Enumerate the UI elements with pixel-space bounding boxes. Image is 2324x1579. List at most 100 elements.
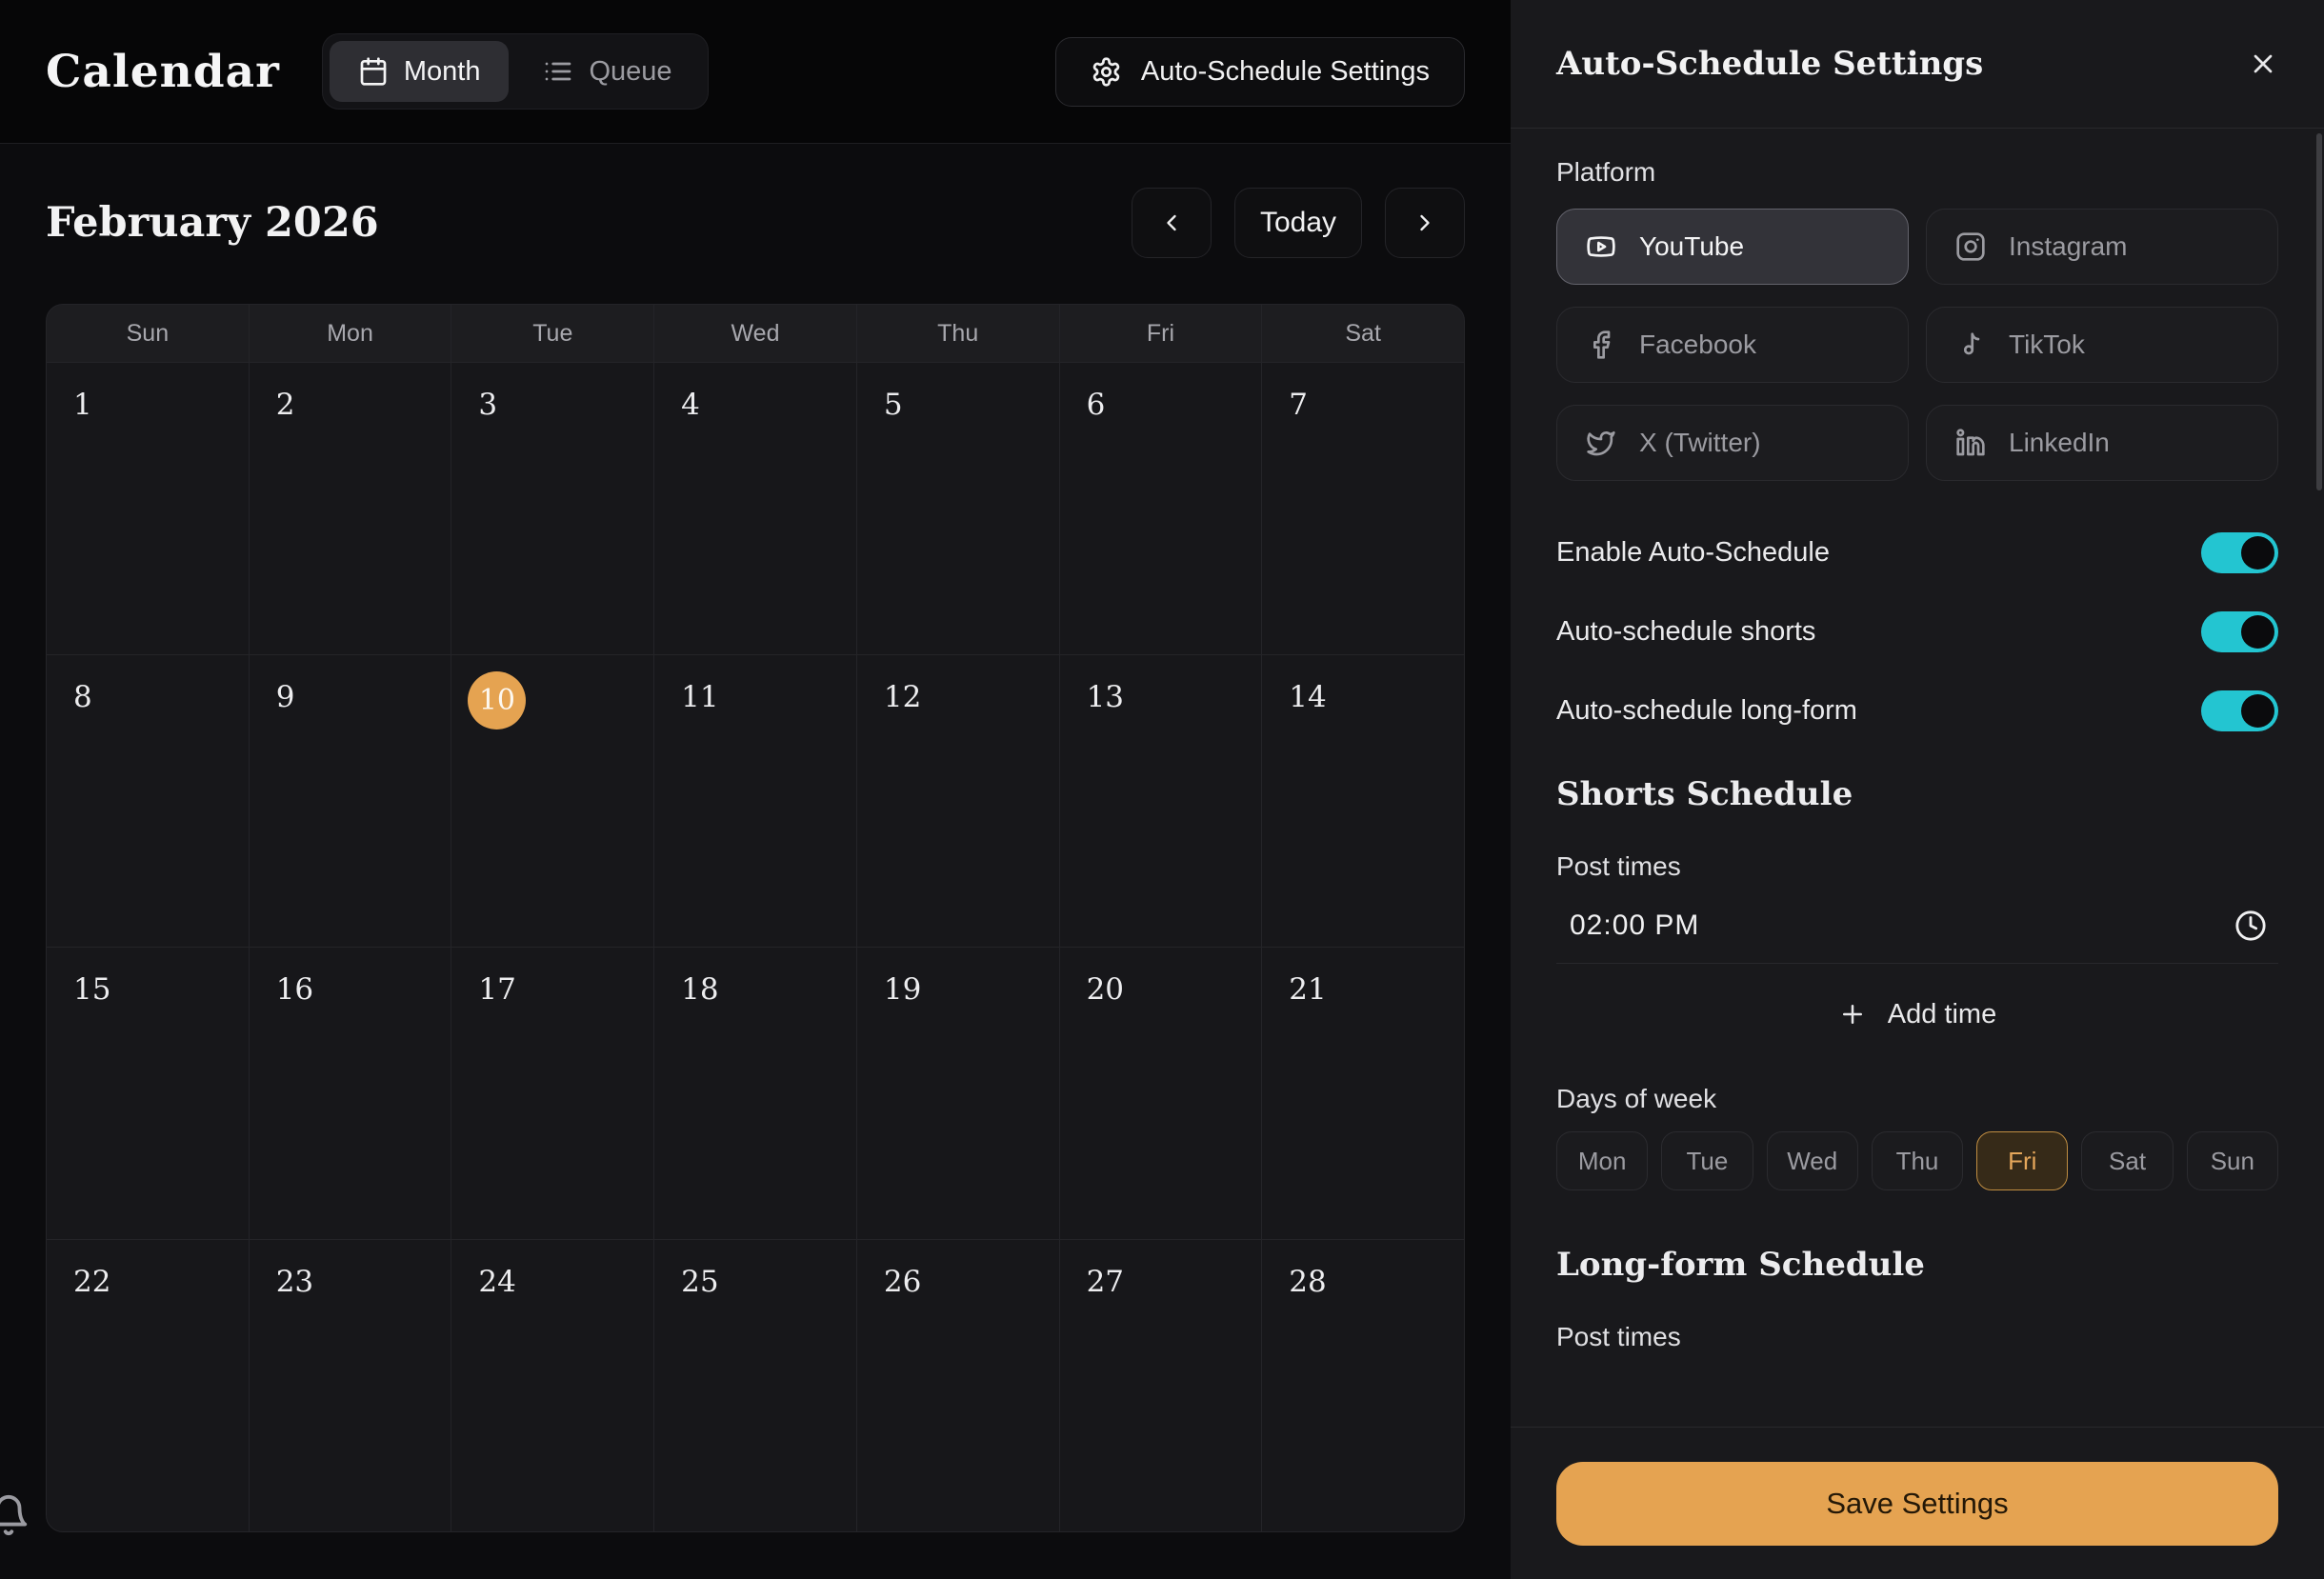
- day-cell-13[interactable]: 13: [1060, 655, 1262, 947]
- view-tab-month[interactable]: Month: [330, 41, 510, 102]
- facebook-icon: [1586, 330, 1616, 360]
- day-chip-mon[interactable]: Mon: [1556, 1131, 1648, 1190]
- previous-month-button[interactable]: [1132, 188, 1212, 258]
- gear-icon: [1091, 56, 1122, 88]
- platform-button-twitter[interactable]: X (Twitter): [1556, 405, 1909, 481]
- day-cell-17[interactable]: 17: [451, 948, 653, 1239]
- toggle-row-2: Auto-schedule long-form: [1556, 690, 2278, 731]
- close-icon: [2248, 49, 2278, 79]
- weekday-header-sun: Sun: [47, 305, 249, 362]
- save-settings-button[interactable]: Save Settings: [1556, 1462, 2278, 1546]
- day-number: 27: [1087, 1265, 1124, 1299]
- day-chip-fri[interactable]: Fri: [1976, 1131, 2068, 1190]
- day-number: 12: [884, 680, 921, 714]
- toggle-switch[interactable]: [2201, 611, 2278, 652]
- calendar-main: Calendar MonthQueue Auto-Schedule Settin…: [0, 0, 1511, 1579]
- day-cell-15[interactable]: 15: [47, 948, 249, 1239]
- day-cell-16[interactable]: 16: [250, 948, 451, 1239]
- clock-icon[interactable]: [2234, 909, 2267, 942]
- instagram-icon: [1955, 231, 1986, 262]
- day-cell-11[interactable]: 11: [654, 655, 856, 947]
- longform-post-times-label: Post times: [1556, 1322, 2278, 1352]
- day-number: 13: [1087, 680, 1124, 714]
- day-cell-4[interactable]: 4: [654, 363, 856, 654]
- post-time-value: 02:00 PM: [1570, 909, 1699, 942]
- toggle-knob: [2241, 615, 2274, 649]
- platform-label: Facebook: [1639, 330, 1756, 360]
- day-number: 20: [1087, 972, 1124, 1007]
- next-month-button[interactable]: [1385, 188, 1465, 258]
- platform-button-tiktok[interactable]: TikTok: [1926, 307, 2278, 383]
- shorts-schedule-heading: Shorts Schedule: [1556, 775, 2278, 813]
- day-number: 16: [276, 972, 313, 1007]
- day-cell-5[interactable]: 5: [857, 363, 1059, 654]
- day-cell-10[interactable]: 10: [451, 655, 653, 947]
- toggle-switch[interactable]: [2201, 532, 2278, 573]
- toggle-row-1: Auto-schedule shorts: [1556, 611, 2278, 652]
- panel-scrollbar-thumb[interactable]: [2316, 133, 2322, 490]
- day-cell-3[interactable]: 3: [451, 363, 653, 654]
- list-icon: [543, 56, 573, 87]
- day-cell-25[interactable]: 25: [654, 1240, 856, 1531]
- platform-grid: YouTubeInstagram Facebook TikTok X (Twitter…: [1556, 209, 2278, 481]
- view-tab-label: Month: [404, 56, 481, 88]
- day-cell-2[interactable]: 2: [250, 363, 451, 654]
- auto-schedule-settings-button[interactable]: Auto-Schedule Settings: [1055, 37, 1465, 107]
- notification-bell[interactable]: [0, 1493, 30, 1542]
- toggle-switch[interactable]: [2201, 690, 2278, 731]
- day-chip-sun[interactable]: Sun: [2187, 1131, 2278, 1190]
- day-cell-21[interactable]: 21: [1262, 948, 1464, 1239]
- day-chip-thu[interactable]: Thu: [1872, 1131, 1963, 1190]
- days-of-week-label: Days of week: [1556, 1084, 2278, 1114]
- day-cell-27[interactable]: 27: [1060, 1240, 1262, 1531]
- toggle-knob: [2241, 694, 2274, 728]
- day-cell-8[interactable]: 8: [47, 655, 249, 947]
- day-cell-28[interactable]: 28: [1262, 1240, 1464, 1531]
- day-number: 3: [478, 388, 497, 422]
- day-number: 7: [1289, 388, 1308, 422]
- day-chip-tue[interactable]: Tue: [1661, 1131, 1753, 1190]
- day-cell-1[interactable]: 1: [47, 363, 249, 654]
- day-number: 25: [681, 1265, 718, 1299]
- toggle-label: Auto-schedule shorts: [1556, 616, 1815, 648]
- chevron-right-icon: [1412, 210, 1438, 236]
- panel-title: Auto-Schedule Settings: [1556, 45, 1983, 83]
- day-chip-sat[interactable]: Sat: [2081, 1131, 2173, 1190]
- day-cell-9[interactable]: 9: [250, 655, 451, 947]
- day-cell-19[interactable]: 19: [857, 948, 1059, 1239]
- platform-label: X (Twitter): [1639, 428, 1761, 458]
- app-window: Calendar MonthQueue Auto-Schedule Settin…: [0, 0, 2324, 1579]
- today-button[interactable]: Today: [1234, 188, 1362, 258]
- day-number: 6: [1087, 388, 1106, 422]
- toggle-list: Enable Auto-Schedule Auto-schedule shorts…: [1556, 532, 2278, 731]
- tiktok-icon: [1955, 330, 1986, 360]
- day-cell-22[interactable]: 22: [47, 1240, 249, 1531]
- day-cell-24[interactable]: 24: [451, 1240, 653, 1531]
- longform-schedule-heading: Long-form Schedule: [1556, 1246, 2278, 1284]
- platform-button-youtube[interactable]: YouTube: [1556, 209, 1909, 285]
- day-cell-12[interactable]: 12: [857, 655, 1059, 947]
- day-cell-18[interactable]: 18: [654, 948, 856, 1239]
- day-cell-23[interactable]: 23: [250, 1240, 451, 1531]
- day-cell-14[interactable]: 14: [1262, 655, 1464, 947]
- day-cell-6[interactable]: 6: [1060, 363, 1262, 654]
- day-cell-20[interactable]: 20: [1060, 948, 1262, 1239]
- platform-button-facebook[interactable]: Facebook: [1556, 307, 1909, 383]
- platform-button-linkedin[interactable]: LinkedIn: [1926, 405, 2278, 481]
- twitter-icon: [1586, 428, 1616, 458]
- toggle-knob: [2241, 536, 2274, 570]
- day-number: 28: [1289, 1265, 1326, 1299]
- day-number: 8: [73, 680, 92, 714]
- month-title: February 2026: [46, 199, 379, 247]
- close-panel-button[interactable]: [2248, 49, 2278, 79]
- weekday-header-sat: Sat: [1262, 305, 1464, 362]
- calendar-area: February 2026 Today SunMonTueWedThuFriSa…: [0, 186, 1511, 1532]
- toggle-label: Enable Auto-Schedule: [1556, 537, 1830, 569]
- add-time-button[interactable]: Add time: [1838, 992, 1996, 1036]
- view-tab-queue[interactable]: Queue: [514, 41, 700, 102]
- platform-button-instagram[interactable]: Instagram: [1926, 209, 2278, 285]
- post-time-row[interactable]: 02:00 PM: [1556, 888, 2278, 964]
- day-cell-7[interactable]: 7: [1262, 363, 1464, 654]
- day-cell-26[interactable]: 26: [857, 1240, 1059, 1531]
- day-chip-wed[interactable]: Wed: [1767, 1131, 1858, 1190]
